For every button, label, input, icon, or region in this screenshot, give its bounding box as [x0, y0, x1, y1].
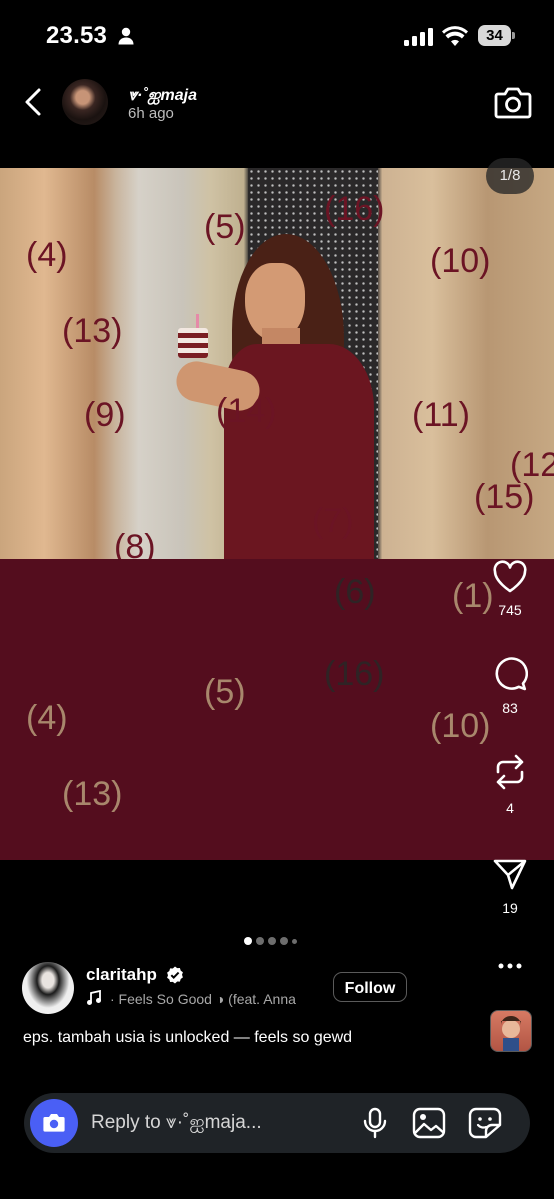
- overlay-number: (11): [412, 396, 470, 434]
- cake-slice: [178, 328, 208, 358]
- overlay-number: (14): [216, 392, 277, 430]
- overlay-number: (7): [312, 502, 354, 540]
- reply-input[interactable]: Reply to ⩔·˚ஐmaja...: [91, 1112, 262, 1136]
- gallery-icon[interactable]: [412, 1107, 446, 1139]
- overlay-number-edge: ): [0, 771, 1, 810]
- overlay-number: (5): [204, 673, 246, 711]
- overlay-number: (13): [62, 312, 123, 350]
- microphone-icon[interactable]: [362, 1107, 388, 1139]
- reply-bar[interactable]: Reply to ⩔·˚ஐmaja...: [24, 1093, 530, 1153]
- carousel-indicator: [244, 936, 297, 946]
- slide-counter: 1/8: [486, 158, 534, 194]
- comment-action[interactable]: 83: [480, 656, 540, 716]
- overlay-number: (16): [324, 655, 385, 693]
- reply-camera-button[interactable]: [30, 1099, 78, 1147]
- battery-level: 34: [478, 25, 511, 46]
- overlay-number: (16): [324, 190, 385, 228]
- music-note-icon: [87, 990, 101, 1005]
- heart-icon[interactable]: [492, 560, 528, 594]
- overlay-number: (13): [62, 775, 123, 813]
- repost-icon[interactable]: [492, 752, 528, 792]
- battery-icon: 34: [478, 25, 516, 47]
- post-caption: eps. tambah usia is unlocked — feels so …: [23, 1029, 353, 1046]
- overlay-number: (8): [114, 528, 156, 559]
- poster-avatar[interactable]: [22, 962, 74, 1014]
- share-count: 19: [502, 900, 518, 916]
- overlay-number: (9): [84, 396, 126, 434]
- poster-username[interactable]: claritahp: [86, 965, 157, 985]
- comment-count: 83: [502, 700, 518, 716]
- author-name[interactable]: ⩔·˚ஐmaja: [128, 86, 197, 106]
- sticker-icon[interactable]: [468, 1107, 502, 1139]
- back-button[interactable]: [22, 86, 46, 118]
- post-time: 6h ago: [128, 105, 174, 122]
- follow-button[interactable]: Follow: [333, 972, 407, 1002]
- overlay-number: (10): [430, 242, 491, 280]
- person-icon: [118, 27, 134, 45]
- camera-icon: [43, 1114, 65, 1132]
- song-title[interactable]: · Feels So Good ◑ (feat. Anna: [110, 991, 315, 1007]
- maroon-overlay: (6) (1) (16) (5) (4) (10) (13) ): [0, 559, 554, 860]
- camera-button[interactable]: [494, 84, 532, 120]
- cellular-signal-icon: [404, 28, 433, 46]
- more-options-icon[interactable]: [498, 962, 522, 970]
- overlay-number: (4): [26, 236, 68, 274]
- status-time: 23.53: [46, 22, 108, 49]
- comment-icon[interactable]: [492, 656, 528, 692]
- overlay-number: (5): [204, 208, 246, 246]
- like-action[interactable]: 745: [480, 560, 540, 618]
- send-icon[interactable]: [492, 856, 528, 892]
- wifi-icon: [442, 26, 468, 46]
- overlay-number-edge: ): [0, 308, 1, 347]
- share-action[interactable]: 19: [480, 856, 540, 916]
- overlay-number: (15): [474, 478, 535, 516]
- repost-action[interactable]: 4: [480, 752, 540, 816]
- repost-count: 4: [506, 800, 514, 816]
- music-album-thumbnail[interactable]: [490, 1010, 532, 1052]
- post-photo[interactable]: (4) (5) (16) (10) (13) (9) (14) (11) (12…: [0, 168, 554, 559]
- verified-badge-icon: [167, 966, 183, 984]
- overlay-number: (6): [334, 573, 376, 611]
- overlay-number: (4): [26, 699, 68, 737]
- like-count: 745: [498, 602, 522, 618]
- author-avatar[interactable]: [62, 79, 108, 125]
